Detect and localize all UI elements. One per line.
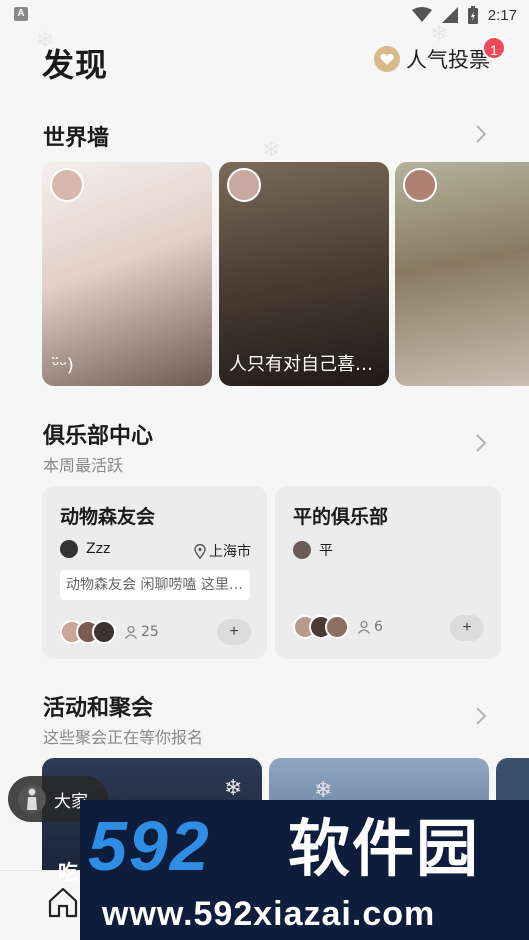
avatar bbox=[92, 620, 116, 644]
chevron-right-icon[interactable] bbox=[475, 706, 487, 726]
person-icon bbox=[357, 620, 371, 634]
club-name: 平的俱乐部 bbox=[293, 506, 389, 528]
avatar bbox=[60, 540, 78, 558]
join-club-button[interactable]: + bbox=[450, 615, 484, 641]
avatar bbox=[50, 168, 84, 202]
owner-name: 平 bbox=[319, 543, 333, 559]
section-subtitle-clubs: 本周最活跃 bbox=[43, 456, 124, 475]
status-bar: A 2:17 bbox=[0, 0, 529, 30]
member-count: 25 bbox=[141, 624, 159, 640]
location-pin-icon bbox=[194, 543, 206, 559]
watermark-url: www.592xiazai.com bbox=[102, 895, 436, 933]
member-count: 6 bbox=[374, 619, 383, 635]
join-club-button[interactable]: + bbox=[217, 619, 251, 645]
city-name: 上海市 bbox=[209, 544, 251, 560]
wall-caption: ᵕ̈ᵕ) bbox=[52, 355, 74, 376]
chevron-right-icon[interactable] bbox=[475, 433, 487, 453]
club-location: 上海市 bbox=[194, 541, 251, 561]
vote-label: 人气投票 bbox=[406, 48, 490, 72]
avatar bbox=[403, 168, 437, 202]
battery-icon bbox=[467, 6, 478, 24]
member-list: 25 bbox=[60, 620, 159, 644]
section-title-clubs: 俱乐部中心 bbox=[43, 424, 154, 449]
world-wall-card[interactable]: ᵕ̈ᵕ) bbox=[42, 162, 212, 386]
watermark: 592 软件园 www.592xiazai.com bbox=[80, 800, 529, 940]
section-title-events: 活动和聚会 bbox=[43, 696, 154, 721]
club-card[interactable]: 动物森友会 Zzz 上海市 动物森友会 闲聊唠嗑 这里… 25 + bbox=[42, 486, 267, 659]
section-subtitle-events: 这些聚会正在等你报名 bbox=[43, 728, 204, 747]
club-card[interactable]: 平的俱乐部 平 6 + bbox=[275, 486, 501, 659]
heart-icon bbox=[374, 46, 400, 72]
page-title: 发现 bbox=[42, 46, 109, 84]
club-name: 动物森友会 bbox=[60, 506, 156, 528]
member-list: 6 bbox=[293, 615, 383, 639]
club-owner: Zzz bbox=[60, 540, 110, 558]
person-icon bbox=[124, 625, 138, 639]
wall-caption: 人只有对自己喜… bbox=[229, 354, 373, 375]
popularity-vote-button[interactable]: 人气投票 1 bbox=[374, 36, 506, 74]
world-wall-card[interactable] bbox=[395, 162, 529, 386]
signal-icon bbox=[441, 7, 458, 23]
home-icon[interactable] bbox=[46, 885, 80, 919]
notification-badge: 1 bbox=[482, 36, 506, 60]
watermark-brand-number: 592 bbox=[88, 807, 211, 885]
owner-name: Zzz bbox=[86, 541, 111, 557]
snowflake-icon: ❄ bbox=[262, 138, 281, 163]
watermark-brand-name: 软件园 bbox=[288, 812, 481, 885]
notification-icon: A bbox=[14, 7, 28, 21]
clock: 2:17 bbox=[487, 6, 517, 24]
chevron-right-icon[interactable] bbox=[475, 124, 487, 144]
club-description: 动物森友会 闲聊唠嗑 这里… bbox=[60, 570, 250, 600]
snowflake-icon: ❄ bbox=[224, 776, 243, 801]
club-owner: 平 bbox=[293, 540, 333, 560]
wifi-icon bbox=[411, 7, 432, 22]
avatar bbox=[293, 541, 311, 559]
world-wall-card[interactable]: 人只有对自己喜… bbox=[219, 162, 389, 386]
avatar bbox=[325, 615, 349, 639]
event-card-text: 吃 bbox=[58, 860, 78, 884]
avatar bbox=[227, 168, 261, 202]
section-title-world-wall: 世界墙 bbox=[43, 126, 110, 151]
user-silhouette-icon bbox=[18, 785, 46, 813]
